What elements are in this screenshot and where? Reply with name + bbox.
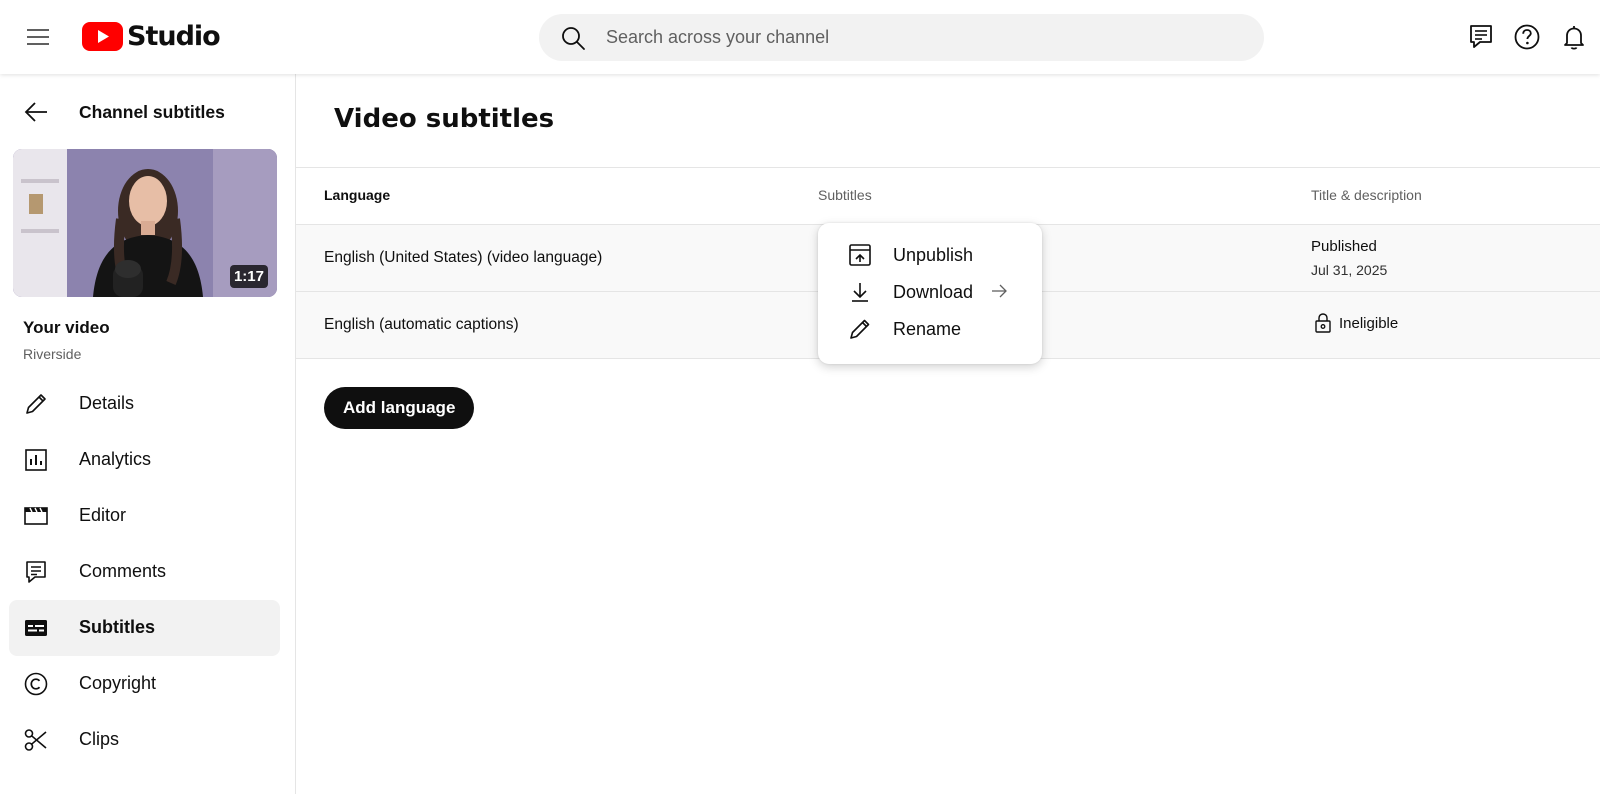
row-language: English (United States) (video language) xyxy=(324,249,603,266)
menu-icon[interactable] xyxy=(22,22,52,52)
video-thumbnail[interactable]: 1:17 xyxy=(13,149,277,297)
published-date: Jul 31, 2025 xyxy=(1311,262,1388,278)
logo-text: Studio xyxy=(127,20,221,52)
notifications-icon[interactable] xyxy=(1559,22,1589,52)
add-language-button[interactable]: Add language xyxy=(324,387,475,429)
page-title: Video subtitles xyxy=(334,104,555,134)
search-bar[interactable] xyxy=(539,14,1264,61)
sidebar-item-label: Subtitles xyxy=(79,617,156,637)
subtitles-icon xyxy=(25,620,47,636)
feedback-icon[interactable] xyxy=(1466,22,1496,52)
youtube-logo-icon xyxy=(82,21,123,51)
divider xyxy=(296,167,1600,168)
row-language: English (automatic captions) xyxy=(324,316,519,333)
search-input[interactable] xyxy=(606,27,1206,48)
sidebar-item-clips[interactable]: Clips xyxy=(9,712,280,768)
column-header-title-description: Title & description xyxy=(1311,187,1422,203)
video-duration: 1:17 xyxy=(229,265,268,288)
sidebar-item-label: Comments xyxy=(79,561,167,581)
column-header-subtitles: Subtitles xyxy=(818,187,872,203)
subtitle-options-menu: Unpublish Download Rename xyxy=(818,223,1042,364)
search-icon[interactable] xyxy=(560,25,586,51)
menu-item-label: Unpublish xyxy=(893,245,974,265)
copyright-icon xyxy=(24,672,48,696)
unpublish-icon xyxy=(849,244,871,266)
help-icon[interactable] xyxy=(1512,22,1542,52)
back-label: Channel subtitles xyxy=(79,102,225,122)
menu-item-rename[interactable]: Rename xyxy=(818,311,1042,347)
sidebar-item-details[interactable]: Details xyxy=(9,376,280,432)
menu-item-unpublish[interactable]: Unpublish xyxy=(818,237,1042,273)
menu-item-download[interactable]: Download xyxy=(818,274,1042,310)
sidebar-item-label: Editor xyxy=(79,505,127,525)
sidebar-item-label: Clips xyxy=(79,729,120,749)
video-title: Your video xyxy=(23,318,110,337)
sidebar-item-copyright[interactable]: Copyright xyxy=(9,656,280,712)
scissors-icon xyxy=(24,729,47,751)
pencil-icon xyxy=(26,394,46,414)
download-icon xyxy=(852,283,868,302)
channel-name: Riverside xyxy=(23,346,82,362)
sidebar-item-label: Details xyxy=(79,393,135,413)
chevron-right-icon xyxy=(992,284,1007,298)
sidebar-item-label: Copyright xyxy=(79,673,157,693)
title-description-status[interactable]: Published xyxy=(1311,238,1377,255)
pencil-icon xyxy=(850,319,870,339)
sidebar-item-editor[interactable]: Editor xyxy=(9,488,280,544)
clapperboard-icon xyxy=(24,507,48,525)
ineligible-label: Ineligible xyxy=(1339,314,1399,332)
sidebar: Channel subtitles 1:17 Your video Rivers… xyxy=(0,74,296,794)
back-arrow-icon[interactable] xyxy=(22,98,50,126)
menu-item-label: Rename xyxy=(893,319,962,339)
back-to-channel-subtitles[interactable]: Channel subtitles xyxy=(22,96,225,128)
sidebar-item-comments[interactable]: Comments xyxy=(9,544,280,600)
studio-logo[interactable]: Studio xyxy=(82,20,221,52)
menu-item-label: Download xyxy=(893,282,974,302)
lock-icon xyxy=(1315,313,1331,333)
comments-icon xyxy=(26,561,46,583)
title-description-status: Ineligible xyxy=(1314,312,1398,334)
top-bar: Studio xyxy=(0,0,1600,74)
sidebar-item-subtitles[interactable]: Subtitles xyxy=(9,600,280,656)
column-header-language: Language xyxy=(324,187,391,203)
analytics-icon xyxy=(25,449,47,471)
sidebar-item-label: Analytics xyxy=(79,449,152,469)
sidebar-item-analytics[interactable]: Analytics xyxy=(9,432,280,488)
